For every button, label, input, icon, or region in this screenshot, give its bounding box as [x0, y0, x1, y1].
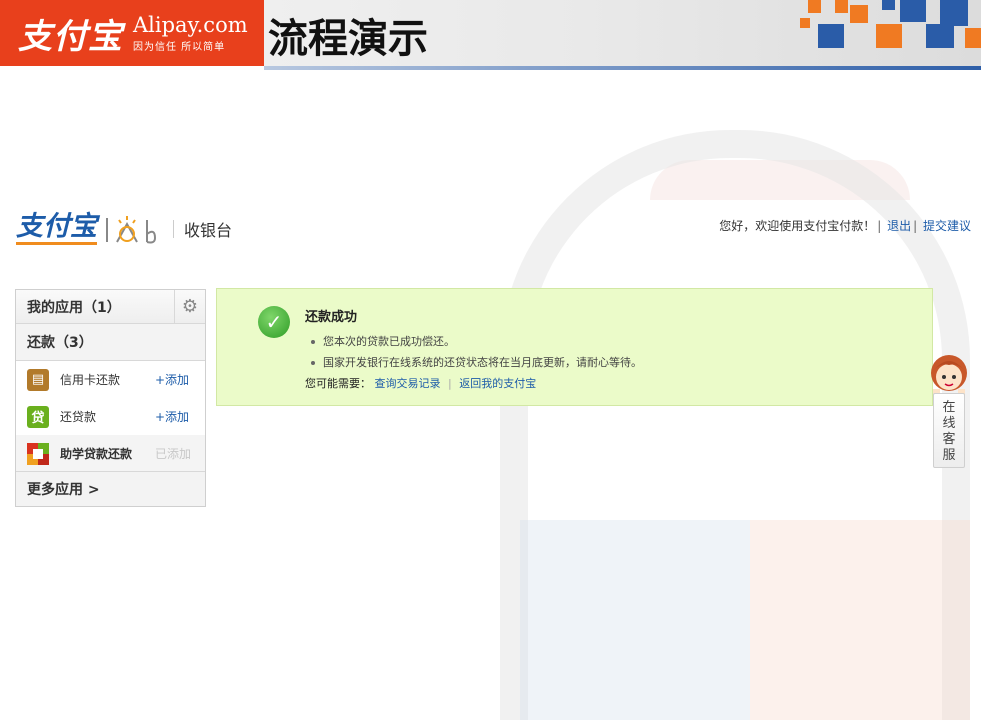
next-steps: 您可能需要： 查询交易记录 | 返回我的支付宝: [305, 377, 537, 390]
banner-slogan: 因为信任 所以简单: [133, 41, 226, 53]
logout-link[interactable]: 退出: [887, 219, 911, 233]
greeting-text: 您好，欢迎使用支付宝付款！: [719, 219, 876, 233]
online-service-widget[interactable]: 在 线 客 服: [927, 353, 971, 468]
sidebar-item-student-loan[interactable]: 助学贷款还款 已添加: [16, 435, 205, 472]
credit-card-icon: ▤: [27, 368, 49, 391]
user-bar: 您好，欢迎使用支付宝付款！ | 退出 | 提交建议: [719, 219, 971, 233]
success-details: 您本次的贷款已成功偿还。 国家开发银行在线系统的还贷状态将在当月底更新，请耐心等…: [309, 331, 642, 373]
service-avatar-icon: [931, 355, 967, 395]
add-credit-card-button[interactable]: +添加: [155, 371, 189, 388]
service-char: 线: [942, 416, 956, 431]
list-item: 您本次的贷款已成功偿还。: [309, 331, 642, 352]
check-circle-icon: ✓: [258, 306, 290, 338]
background-shape: [520, 520, 750, 720]
cashier-logo: 支付宝 收银台: [16, 212, 232, 246]
service-char: 服: [942, 448, 956, 463]
sidebar-item-credit-card[interactable]: ▤ 信用卡还款 +添加: [16, 361, 205, 398]
service-char: 在: [942, 400, 956, 415]
banner-logo-en: Alipay.com: [133, 12, 248, 37]
my-apps-label: 我的应用（1）: [27, 299, 121, 316]
success-title: 还款成功: [305, 310, 358, 325]
loan-icon: 贷: [27, 405, 49, 428]
logo-separator: [173, 220, 174, 238]
online-service-tab[interactable]: 在 线 客 服: [933, 393, 965, 468]
checker-decoration: [800, 0, 981, 48]
transaction-records-link[interactable]: 查询交易记录: [375, 377, 441, 390]
back-to-alipay-link[interactable]: 返回我的支付宝: [459, 377, 536, 390]
sidebar-item-label: 助学贷款还款: [60, 447, 133, 461]
more-apps-label: 更多应用 >: [27, 482, 100, 498]
lab-icon: [106, 216, 157, 244]
service-char: 客: [942, 432, 956, 447]
feedback-link[interactable]: 提交建议: [923, 219, 971, 233]
repay-section-header[interactable]: 还款（3）: [16, 324, 205, 361]
added-status: 已添加: [155, 447, 192, 461]
my-apps-header: 我的应用（1） ⚙: [16, 290, 205, 324]
repay-section-label: 还款（3）: [27, 335, 93, 351]
sidebar-item-loan[interactable]: 贷 还贷款 +添加: [16, 398, 205, 435]
app-sidebar: 我的应用（1） ⚙ 还款（3） ▤ 信用卡还款 +添加 贷 还贷款 +添加 助学…: [15, 289, 206, 507]
student-loan-icon: [27, 442, 49, 465]
cashier-title: 收银台: [184, 221, 233, 240]
more-apps-link[interactable]: 更多应用 >: [16, 471, 205, 506]
success-panel: ✓ 还款成功 您本次的贷款已成功偿还。 国家开发银行在线系统的还贷状态将在当月底…: [216, 288, 933, 406]
sidebar-item-label: 信用卡还款: [60, 373, 121, 387]
background-shape: [750, 520, 970, 720]
banner-divider: [264, 66, 981, 70]
banner-title: 流程演示: [268, 16, 428, 62]
alipay-banner-logo: 支付宝 Alipay.com 因为信任 所以简单: [0, 0, 264, 66]
banner-logo-cn: 支付宝: [18, 16, 123, 57]
gear-icon[interactable]: ⚙: [174, 290, 205, 323]
sidebar-item-label: 还贷款: [60, 410, 97, 424]
add-loan-button[interactable]: +添加: [155, 408, 189, 425]
next-steps-prompt: 您可能需要：: [305, 377, 371, 390]
alipay-logo: 支付宝: [16, 213, 97, 245]
list-item: 国家开发银行在线系统的还贷状态将在当月底更新，请耐心等待。: [309, 352, 642, 373]
